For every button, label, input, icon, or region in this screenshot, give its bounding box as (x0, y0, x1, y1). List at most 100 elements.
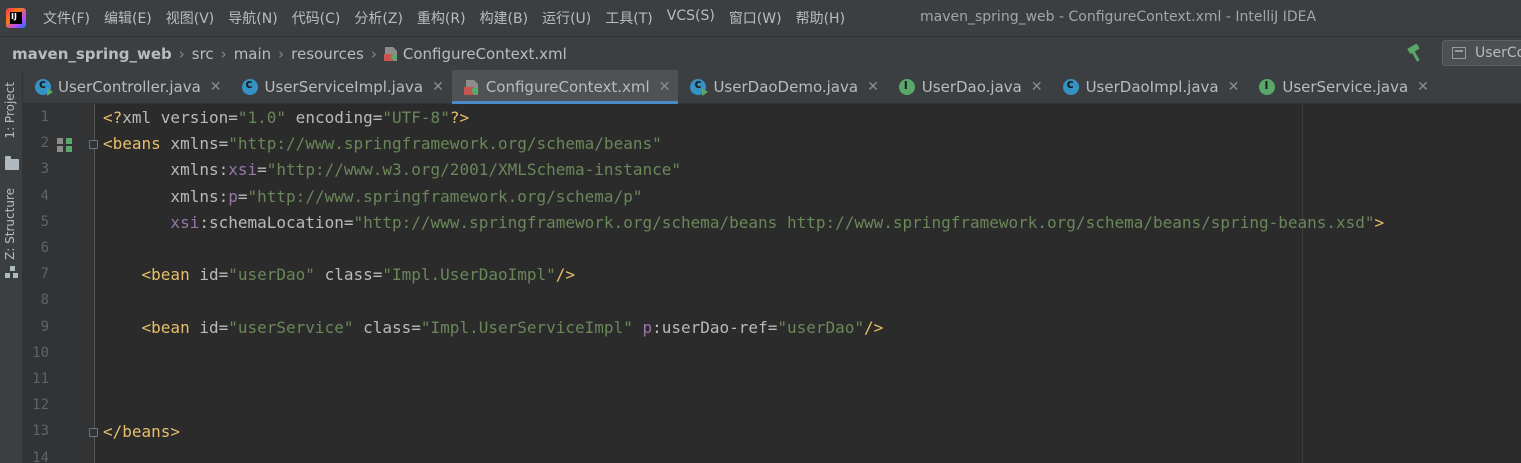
close-tab-icon[interactable]: ✕ (659, 79, 671, 95)
tab-1[interactable]: UserServiceImpl.java ✕ (230, 70, 452, 104)
run-configuration-selector[interactable]: UserCo (1442, 40, 1521, 66)
intellij-logo-icon[interactable]: IJ (6, 8, 26, 28)
code-token: xmlns (103, 160, 219, 180)
menu-item-4[interactable]: 代码(C) (285, 8, 348, 28)
menu-item-2[interactable]: 视图(V) (159, 8, 222, 28)
tab-label: UserController.java (58, 78, 201, 96)
tab-3[interactable]: UserDaoDemo.java ✕ (678, 70, 886, 104)
line-number: 6 (40, 240, 49, 256)
code-token: /> (555, 265, 576, 285)
tab-0[interactable]: UserController.java ✕ (23, 70, 230, 104)
code-token: xsi (103, 212, 200, 232)
code-token: "http://www.springframework.org/schema/b… (228, 134, 662, 154)
close-tab-icon[interactable]: ✕ (432, 79, 444, 95)
code-token: = (218, 265, 229, 285)
code-token: "Impl.UserServiceImpl" (420, 317, 633, 337)
code-token: <bean (103, 265, 200, 285)
tab-label: ConfigureContext.xml (485, 78, 650, 96)
navigation-bar: maven_spring_web › src › main › resource… (0, 36, 1521, 70)
code-token: <beans (103, 134, 171, 154)
code-token: = (767, 317, 778, 337)
code-token: = (218, 317, 229, 337)
breadcrumb-file[interactable]: ConfigureContext.xml (403, 45, 567, 63)
tab-5[interactable]: UserDaoImpl.java ✕ (1051, 70, 1248, 104)
structure-tool-window-button[interactable]: Z: Structure (0, 184, 23, 284)
line-number: 8 (40, 292, 49, 309)
code-token: p (228, 186, 238, 206)
breadcrumb-resources[interactable]: resources (291, 45, 364, 63)
code-line[interactable]: <bean id="userService" class="Impl.UserS… (103, 315, 884, 341)
class-icon (241, 77, 258, 95)
fold-marker-icon[interactable] (89, 140, 98, 150)
close-tab-icon[interactable]: ✕ (210, 79, 222, 95)
code-token: "UTF-8" (382, 108, 450, 127)
menu-item-8[interactable]: 运行(U) (535, 8, 598, 28)
code-line[interactable]: <beans xmlns="http://www.springframework… (103, 131, 662, 157)
left-tool-stripe: 1: Project Z: Structure (0, 70, 23, 463)
line-number: 12 (32, 397, 49, 414)
fold-marker-icon[interactable] (89, 428, 98, 438)
xml-file-icon (383, 46, 398, 62)
project-tool-window-label: 1: Project (3, 82, 17, 139)
build-hammer-icon[interactable] (1406, 43, 1428, 62)
project-tool-window-button[interactable]: 1: Project (0, 78, 23, 178)
code-token: encoding (286, 108, 373, 127)
interface-icon (898, 79, 915, 95)
tab-6[interactable]: UserService.java ✕ (1247, 70, 1437, 104)
menu-item-3[interactable]: 导航(N) (221, 8, 284, 28)
breadcrumb-main[interactable]: main (234, 45, 271, 63)
tab-4[interactable]: UserDao.java ✕ (887, 70, 1051, 104)
breadcrumb-src[interactable]: src (192, 45, 214, 63)
code-line[interactable]: </beans> (103, 419, 180, 445)
main-menu: 文件(F) 编辑(E) 视图(V) 导航(N) 代码(C) 分析(Z) 重构(R) 构建(B)… (36, 8, 852, 28)
menu-item-12[interactable]: 帮助(H) (789, 8, 852, 28)
code-token: = (257, 160, 267, 180)
code-line[interactable]: xsi:schemaLocation="http://www.springfra… (103, 210, 1384, 236)
line-number: 13 (32, 423, 49, 440)
code-token: = (228, 108, 238, 127)
code-line[interactable]: xmlns:p="http://www.springframework.org/… (103, 184, 642, 210)
menu-item-10[interactable]: VCS(S) (660, 8, 722, 28)
menu-item-9[interactable]: 工具(T) (598, 8, 659, 28)
close-tab-icon[interactable]: ✕ (1031, 79, 1043, 95)
menu-item-1[interactable]: 编辑(E) (97, 8, 159, 28)
code-editor[interactable]: 1 2 3 4 5 6 7 8 9 10 11 12 13 14 <?xml version="1.0" … (23, 104, 1521, 463)
code-line[interactable]: xmlns:xsi="http://www.w3.org/2001/XMLSch… (103, 157, 681, 183)
code-token: "1.0" (237, 108, 287, 127)
code-token: = (372, 108, 383, 127)
breadcrumb-separator-icon: › (220, 44, 227, 63)
breadcrumb-project[interactable]: maven_spring_web (12, 45, 172, 63)
menu-item-6[interactable]: 重构(R) (410, 8, 473, 28)
tab-2[interactable]: ConfigureContext.xml ✕ (451, 70, 679, 104)
code-line[interactable]: <bean id="userDao" class="Impl.UserDaoIm… (103, 262, 576, 288)
tab-label: UserDao.java (921, 78, 1022, 96)
code-token: p (632, 317, 653, 337)
code-token: xsi (228, 160, 258, 180)
close-tab-icon[interactable]: ✕ (867, 79, 879, 95)
editor-gutter[interactable]: 1 2 3 4 5 6 7 8 9 10 11 12 13 14 (23, 104, 98, 463)
code-token: "http://www.springframework.org/schema/p… (247, 186, 643, 206)
menu-item-0[interactable]: 文件(F) (36, 8, 97, 28)
right-margin-guide (1302, 104, 1303, 463)
menu-item-7[interactable]: 构建(B) (473, 8, 536, 28)
breadcrumb-separator-icon: › (278, 44, 285, 63)
line-number: 5 (40, 213, 49, 230)
close-tab-icon[interactable]: ✕ (1417, 79, 1429, 95)
code-token: "http://www.w3.org/2001/XMLSchema-instan… (266, 160, 681, 180)
code-token: : (218, 160, 229, 180)
run-configuration-icon (1452, 47, 1466, 59)
code-token: xml (122, 108, 161, 127)
close-tab-icon[interactable]: ✕ (1228, 79, 1240, 95)
menu-item-5[interactable]: 分析(Z) (347, 8, 410, 28)
menu-item-11[interactable]: 窗口(W) (722, 8, 789, 28)
line-number: 11 (32, 371, 49, 387)
spring-beans-gutter-icon[interactable] (57, 137, 73, 153)
code-line[interactable]: <?xml version="1.0" encoding="UTF-8"?> (103, 105, 469, 131)
line-number: 14 (32, 449, 49, 463)
code-token: userDao-ref (661, 317, 768, 337)
code-token: "userDao" (777, 317, 865, 337)
code-token: = (218, 134, 229, 154)
line-number: 1 (40, 109, 49, 125)
runnable-class-icon (35, 77, 53, 96)
code-token: > (1374, 212, 1385, 232)
